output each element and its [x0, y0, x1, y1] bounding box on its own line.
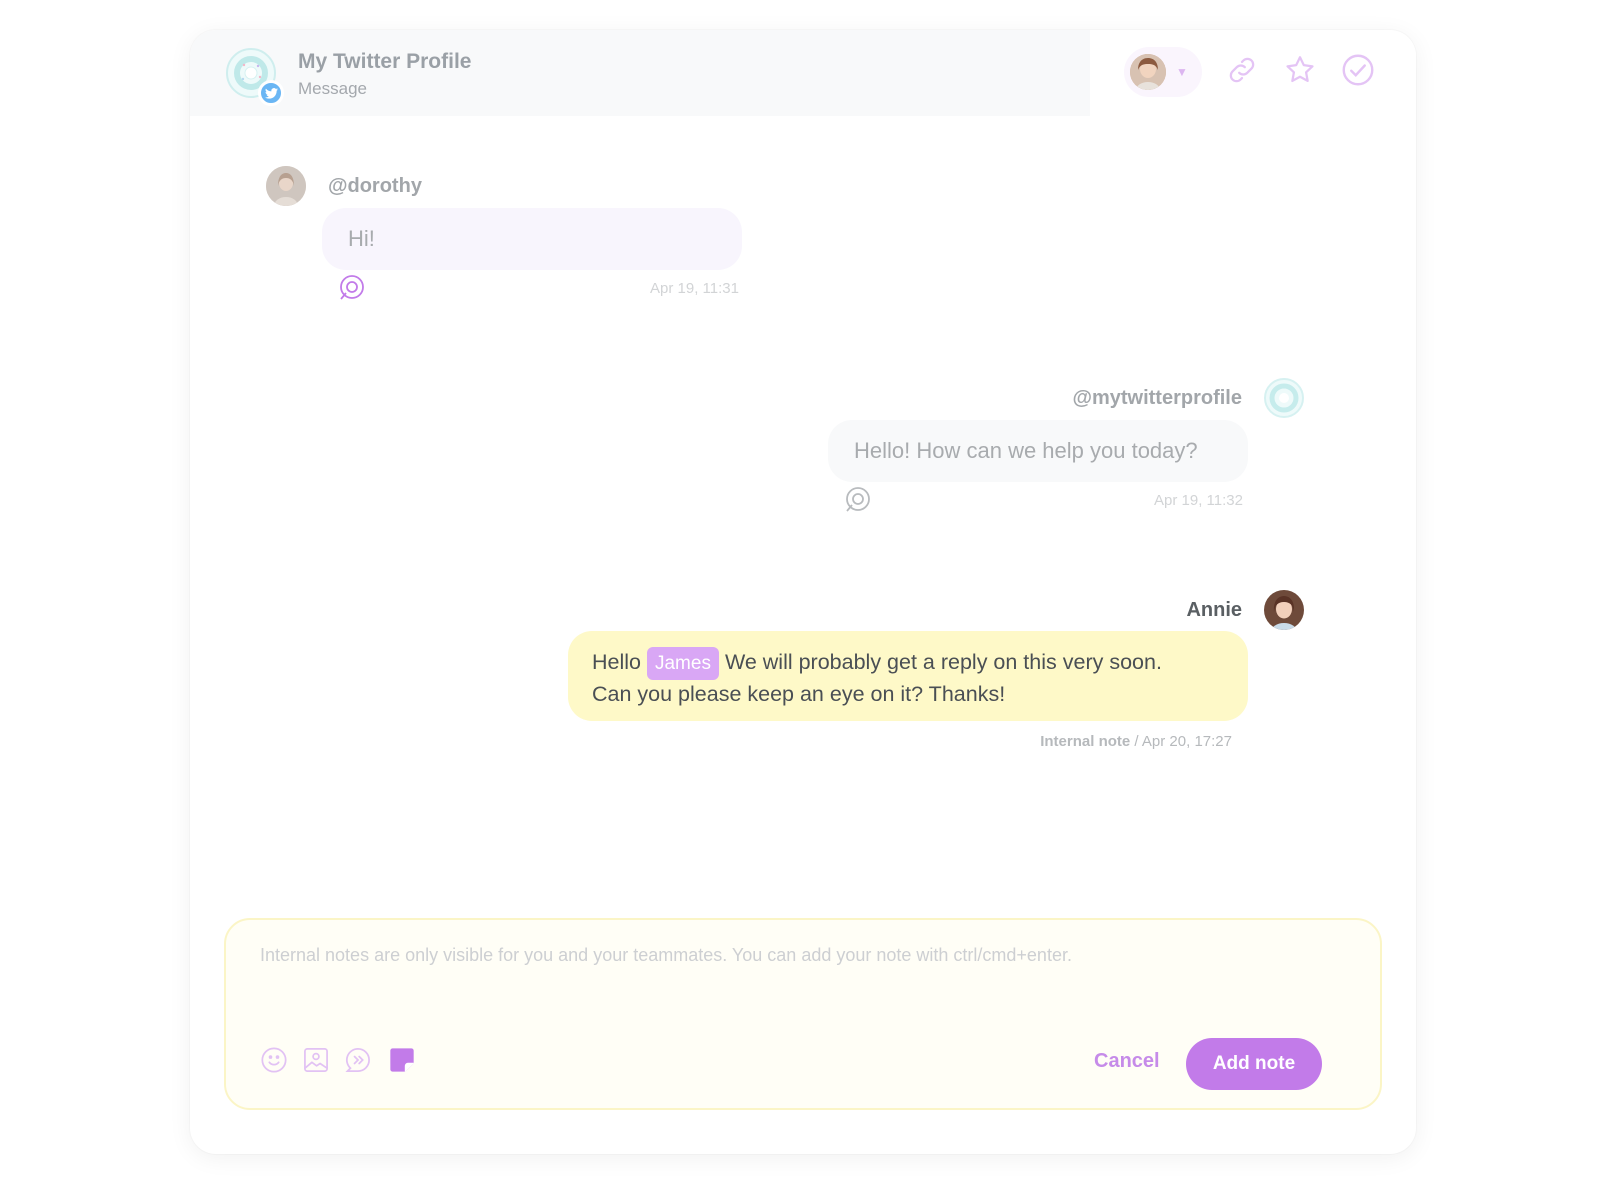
cancel-button[interactable]: Cancel	[1094, 1050, 1160, 1073]
note-meta: Internal note / Apr 20, 17:27	[1010, 733, 1232, 750]
message-author: @mytwitterprofile	[1072, 387, 1242, 409]
message-timestamp: Apr 19, 11:31	[650, 280, 739, 297]
message-text: Hello! How can we help you today?	[854, 438, 1198, 463]
link-icon[interactable]	[1222, 50, 1262, 90]
reply-icon[interactable]	[842, 484, 874, 516]
message-timestamp: Apr 20, 17:27	[1141, 733, 1232, 750]
avatar	[266, 166, 306, 206]
message-bubble: Hello! How can we help you today?	[828, 420, 1248, 482]
message-timestamp: Apr 19, 11:32	[1154, 492, 1243, 509]
emoji-icon[interactable]	[258, 1044, 290, 1076]
message-text: Hello	[592, 650, 641, 674]
check-circle-icon[interactable]	[1338, 50, 1378, 90]
avatar	[1130, 54, 1166, 90]
reply-icon[interactable]	[336, 272, 368, 304]
message-author: Annie	[1186, 599, 1242, 621]
conversation-header: My Twitter Profile Message ▼	[190, 30, 1416, 116]
canned-response-icon[interactable]	[342, 1044, 374, 1076]
twitter-icon	[258, 80, 284, 106]
page-title: My Twitter Profile	[298, 50, 472, 73]
avatar	[1264, 378, 1304, 418]
assignee-dropdown[interactable]: ▼	[1124, 47, 1202, 97]
star-icon[interactable]	[1280, 50, 1320, 90]
note-label: Internal note	[1040, 733, 1131, 750]
conversation-panel: My Twitter Profile Message ▼ @dorothy Hi…	[190, 30, 1416, 1154]
separator: /	[1134, 733, 1139, 750]
chevron-down-icon: ▼	[1176, 65, 1188, 79]
message-author: @dorothy	[328, 175, 422, 197]
note-input[interactable]	[260, 940, 1340, 970]
message-text: We will probably get a reply on this ver…	[724, 650, 1162, 674]
avatar	[1264, 590, 1304, 630]
header-info: My Twitter Profile Message	[190, 30, 1090, 116]
message-text: Can you please keep an eye on it? Thanks…	[592, 682, 1006, 706]
mention-tag[interactable]: James	[646, 647, 719, 680]
image-icon[interactable]	[300, 1044, 332, 1076]
message-text: Hi!	[348, 226, 375, 251]
header-actions: ▼	[1090, 30, 1416, 116]
page-subtitle: Message	[298, 79, 367, 98]
note-bubble: Hello James We will probably get a reply…	[568, 631, 1248, 721]
note-composer: Cancel Add note	[224, 918, 1382, 1110]
message-bubble: Hi!	[322, 208, 742, 270]
note-icon[interactable]	[386, 1044, 418, 1076]
add-note-button[interactable]: Add note	[1186, 1038, 1322, 1090]
